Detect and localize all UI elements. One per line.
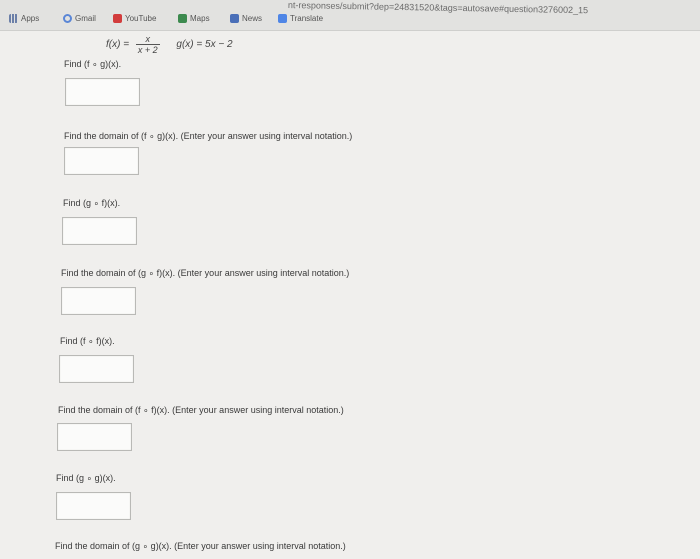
bookmark-label: Gmail bbox=[75, 14, 96, 23]
question-1: Find (f ∘ g)(x). bbox=[64, 59, 122, 69]
news-icon bbox=[230, 14, 239, 23]
bookmark-news[interactable]: News bbox=[230, 14, 262, 23]
answer-input-7[interactable] bbox=[56, 492, 131, 520]
bookmark-label: News bbox=[242, 14, 263, 23]
url-text: nt-responses/submit?dep=24831520&tags=au… bbox=[287, 0, 589, 16]
question-3: Find (g ∘ f)(x). bbox=[63, 198, 121, 208]
apps-grid-icon bbox=[9, 14, 18, 23]
bookmark-label: Maps bbox=[190, 14, 210, 23]
google-icon bbox=[63, 14, 72, 23]
bookmark-label: Apps bbox=[21, 14, 40, 23]
bookmark-label: YouTube bbox=[125, 14, 157, 23]
question-5: Find (f ∘ f)(x). bbox=[60, 336, 115, 346]
answer-input-3[interactable] bbox=[62, 217, 137, 245]
bookmark-gmail[interactable]: Gmail bbox=[63, 14, 96, 23]
answer-input-5[interactable] bbox=[59, 355, 134, 383]
bookmark-label: Translate bbox=[290, 14, 324, 23]
maps-icon bbox=[178, 14, 187, 23]
bookmark-apps[interactable]: Apps bbox=[9, 14, 39, 23]
question-7: Find (g ∘ g)(x). bbox=[56, 473, 116, 483]
question-4: Find the domain of (g ∘ f)(x). (Enter yo… bbox=[61, 268, 350, 278]
question-page: f(x) = x x + 2 g(x) = 5x − 2 Find (f ∘ g… bbox=[0, 31, 700, 559]
f-denominator: x + 2 bbox=[137, 45, 158, 55]
question-8: Find the domain of (g ∘ g)(x). (Enter yo… bbox=[55, 541, 346, 551]
youtube-icon bbox=[113, 14, 122, 23]
bookmark-youtube[interactable]: YouTube bbox=[113, 14, 156, 23]
answer-input-6[interactable] bbox=[57, 423, 132, 451]
f-fraction: x x + 2 bbox=[135, 34, 160, 55]
address-url[interactable]: nt-responses/submit?dep=24831520&tags=au… bbox=[288, 0, 588, 15]
translate-icon bbox=[278, 14, 287, 23]
answer-input-4[interactable] bbox=[61, 287, 136, 315]
answer-input-1[interactable] bbox=[65, 78, 140, 106]
g-definition: g(x) = 5x − 2 bbox=[176, 39, 233, 51]
f-numerator: x bbox=[135, 34, 160, 45]
bookmark-maps[interactable]: Maps bbox=[178, 14, 210, 23]
function-definitions: f(x) = x x + 2 g(x) = 5x − 2 bbox=[106, 34, 233, 55]
answer-input-2[interactable] bbox=[64, 147, 139, 175]
bookmark-translate[interactable]: Translate bbox=[278, 14, 323, 23]
bookmarks-bar: nt-responses/submit?dep=24831520&tags=au… bbox=[0, 0, 700, 31]
question-6: Find the domain of (f ∘ f)(x). (Enter yo… bbox=[58, 405, 344, 415]
f-definition-lhs: f(x) = bbox=[106, 39, 130, 51]
question-2: Find the domain of (f ∘ g)(x). (Enter yo… bbox=[64, 131, 353, 141]
